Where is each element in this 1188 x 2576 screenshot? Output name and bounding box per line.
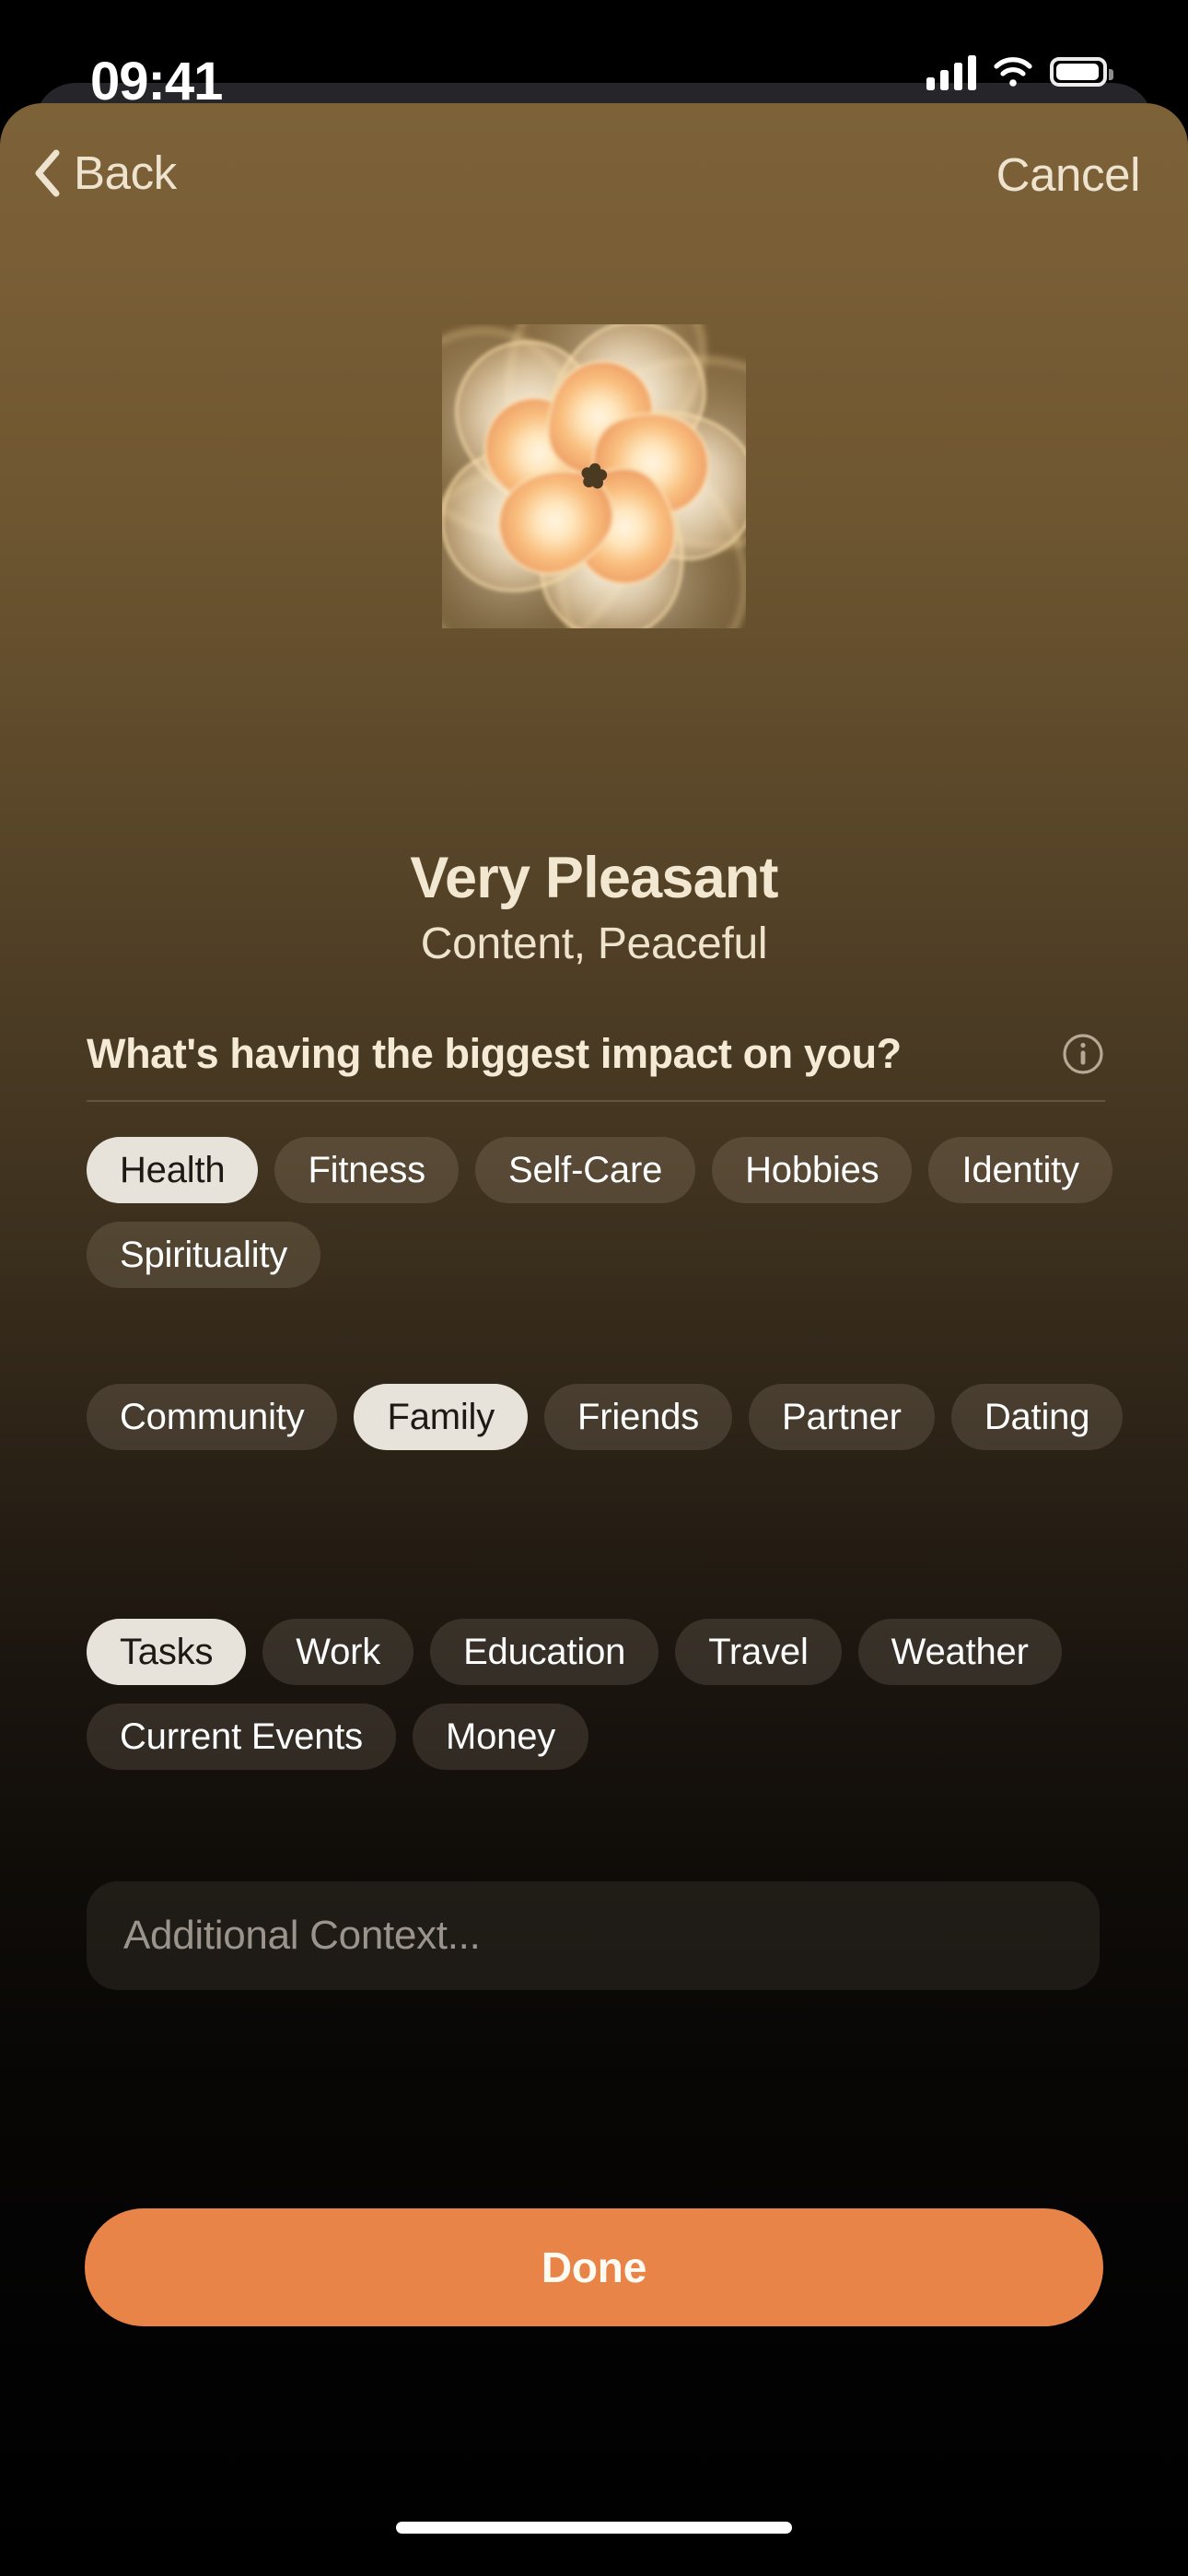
chip-weather[interactable]: Weather bbox=[857, 1619, 1062, 1685]
additional-context-input[interactable]: Additional Context... bbox=[87, 1881, 1100, 1990]
home-indicator[interactable] bbox=[396, 2522, 792, 2534]
chip-spirituality[interactable]: Spirituality bbox=[87, 1222, 321, 1288]
chip-health[interactable]: Health bbox=[87, 1137, 259, 1203]
chip-money[interactable]: Money bbox=[412, 1704, 589, 1770]
additional-context-placeholder: Additional Context... bbox=[123, 1913, 481, 1958]
mood-subtitle: Content, Peaceful bbox=[420, 919, 768, 968]
chip-identity[interactable]: Identity bbox=[928, 1137, 1112, 1203]
chip-travel[interactable]: Travel bbox=[675, 1619, 842, 1685]
done-button-label: Done bbox=[541, 2243, 647, 2291]
info-circle-icon[interactable] bbox=[1061, 1032, 1105, 1076]
question-row: What's having the biggest impact on you? bbox=[87, 1025, 1105, 1083]
chip-community[interactable]: Community bbox=[87, 1384, 338, 1450]
chip-tasks[interactable]: Tasks bbox=[87, 1619, 247, 1685]
chip-dating[interactable]: Dating bbox=[950, 1384, 1124, 1450]
chip-work[interactable]: Work bbox=[262, 1619, 414, 1685]
chip-group-life: Tasks Work Education Travel Weather Current E… bbox=[87, 1619, 1127, 1770]
mood-title: Very Pleasant bbox=[410, 846, 778, 910]
battery-icon bbox=[1050, 57, 1113, 87]
chip-self-care[interactable]: Self-Care bbox=[474, 1137, 696, 1203]
status-bar-time: 09:41 bbox=[90, 52, 223, 111]
chip-family[interactable]: Family bbox=[354, 1384, 529, 1450]
status-bar: 09:41 bbox=[0, 0, 1188, 147]
mood-logging-sheet: Back Cancel Very Pleasant Content, Peace… bbox=[0, 103, 1188, 2576]
flower-icon bbox=[442, 324, 746, 628]
chip-group-personal: Health Fitness Self-Care Hobbies Identity Spi… bbox=[87, 1137, 1127, 1288]
wifi-icon bbox=[994, 57, 1032, 87]
chip-current-events[interactable]: Current Events bbox=[87, 1704, 396, 1770]
cellular-bars-icon bbox=[926, 53, 976, 90]
chip-partner[interactable]: Partner bbox=[749, 1384, 935, 1450]
section-divider bbox=[87, 1100, 1105, 1102]
chevron-left-icon bbox=[35, 149, 60, 196]
chip-group-social: Community Family Friends Partner Dating bbox=[87, 1384, 1127, 1450]
back-button[interactable]: Back bbox=[33, 146, 177, 200]
chip-friends[interactable]: Friends bbox=[544, 1384, 733, 1450]
done-button[interactable]: Done bbox=[85, 2208, 1103, 2326]
status-bar-icons bbox=[926, 53, 1113, 90]
chip-education[interactable]: Education bbox=[430, 1619, 659, 1685]
cancel-button[interactable]: Cancel bbox=[996, 147, 1141, 202]
mood-flower-illustration bbox=[0, 320, 1188, 633]
chip-fitness[interactable]: Fitness bbox=[274, 1137, 459, 1203]
question-label: What's having the biggest impact on you? bbox=[87, 1030, 902, 1077]
iphone-screen: Back Cancel Very Pleasant Content, Peace… bbox=[0, 0, 1188, 2576]
chip-hobbies[interactable]: Hobbies bbox=[712, 1137, 913, 1203]
back-button-label: Back bbox=[74, 146, 177, 199]
